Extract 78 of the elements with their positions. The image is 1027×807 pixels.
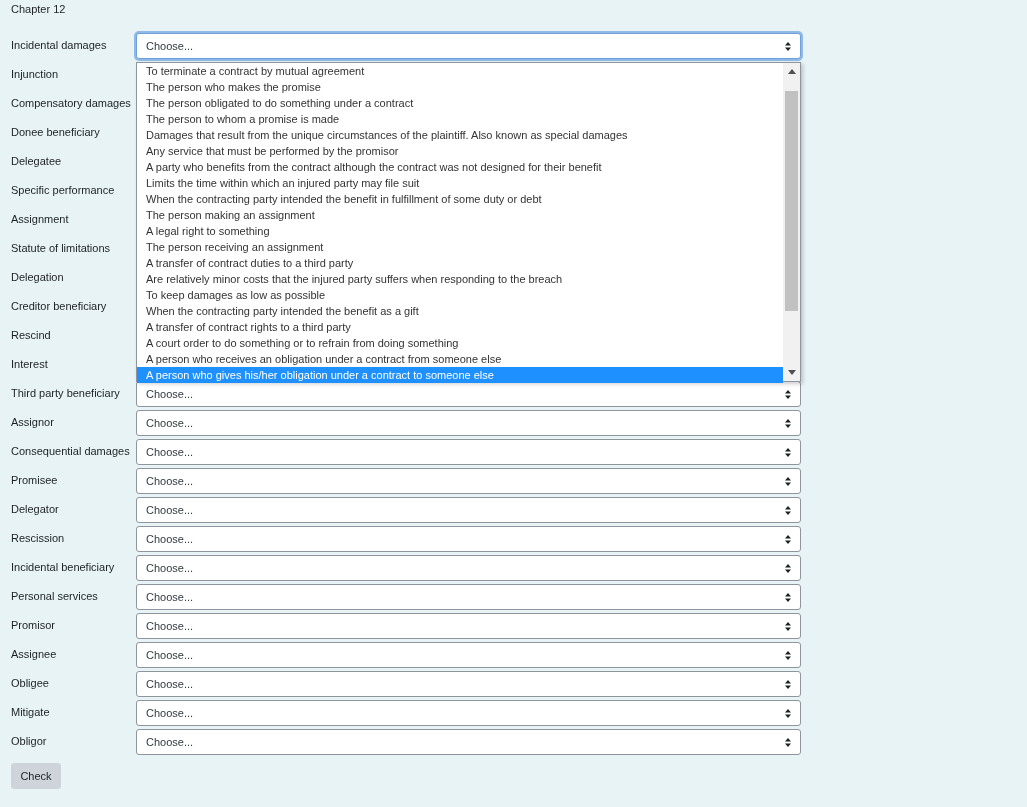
sort-caret-icon [785,621,791,631]
term-label: Third party beneficiary [11,386,120,401]
answer-select[interactable]: Choose... [136,584,801,610]
dropdown-option[interactable]: Are relatively minor costs that the injured party suffers when responding to the breach [137,271,783,287]
term-label: Injunction [11,67,59,82]
check-button[interactable]: Check [11,763,61,789]
term-label: Delegatee [11,154,62,169]
answer-select[interactable]: Choose... [136,33,801,59]
answer-select[interactable]: Choose... [136,439,801,465]
dropdown-option[interactable]: A transfer of contract rights to a third party [137,319,783,335]
sort-caret-icon [785,476,791,486]
sort-caret-icon [785,534,791,544]
sort-caret-icon [785,447,791,457]
dropdown-option[interactable]: The person obligated to do something under a contract [137,95,783,111]
term-label: Statute of limitations [11,241,111,256]
sort-caret-icon [785,592,791,602]
scroll-up-icon[interactable] [787,69,796,74]
dropdown-option[interactable]: The person to whom a promise is made [137,111,783,127]
dropdown-option[interactable]: Limits the time within which an injured party may file suit [137,175,783,191]
dropdown-option[interactable]: Any service that must be performed by the promisor [137,143,783,159]
term-label: Incidental damages [11,38,107,53]
answer-select[interactable]: Choose... [136,613,801,639]
term-label: Creditor beneficiary [11,299,107,314]
term-label: Donee beneficiary [11,125,100,140]
answer-select[interactable]: Choose... [136,729,801,755]
sort-caret-icon [785,563,791,573]
answer-select[interactable]: Choose... [136,555,801,581]
dropdown-option[interactable]: A legal right to something [137,223,783,239]
scrollbar[interactable] [783,63,800,381]
sort-caret-icon [785,679,791,689]
dropdown-option[interactable]: To terminate a contract by mutual agreement [137,63,783,79]
dropdown-option[interactable]: The person making an assignment [137,207,783,223]
scrollbar-thumb[interactable] [785,91,798,311]
term-label: Obligee [11,676,49,691]
dropdown-option[interactable]: A transfer of contract duties to a third party [137,255,783,271]
dropdown-option[interactable]: When the contracting party intended the benefit in fulfillment of some duty or debt [137,191,783,207]
term-label: Personal services [11,589,98,604]
term-label: Compensatory damages [11,96,131,111]
dropdown-option[interactable]: A court order to do something or to refrain from doing something [137,335,783,351]
dropdown-option[interactable]: Damages that result from the unique circumstances of the plaintiff. Also known as special damages [137,127,783,143]
term-label: Assignment [11,212,69,227]
sort-caret-icon [785,708,791,718]
sort-caret-icon [785,418,791,428]
term-label: Interest [11,357,48,372]
dropdown-option[interactable]: To keep damages as low as possible [137,287,783,303]
term-label: Mitigate [11,705,50,720]
scroll-down-icon[interactable] [787,370,796,375]
term-label: Specific performance [11,183,115,198]
term-label: Incidental beneficiary [11,560,115,575]
answer-select[interactable]: Choose... [136,381,801,407]
answer-select[interactable]: Choose... [136,526,801,552]
sort-caret-icon [785,389,791,399]
term-label: Promisor [11,618,55,633]
answer-select[interactable]: Choose... [136,700,801,726]
term-label: Consequential damages [11,444,130,459]
term-label: Assignor [11,415,54,430]
term-label: Rescission [11,531,65,546]
term-label: Delegator [11,502,59,517]
answer-select[interactable]: Choose... [136,671,801,697]
term-label: Delegation [11,270,64,285]
dropdown-option[interactable]: The person who makes the promise [137,79,783,95]
term-label: Obligor [11,734,47,749]
dropdown-option[interactable]: The person receiving an assignment [137,239,783,255]
dropdown-option[interactable]: A party who benefits from the contract although the contract was not designed for their benefit [137,159,783,175]
term-label: Rescind [11,328,51,343]
sort-caret-icon [785,737,791,747]
chapter-heading: Chapter 12 [11,2,67,16]
sort-caret-icon [785,41,791,51]
answer-select[interactable]: Choose... [136,468,801,494]
term-label: Assignee [11,647,57,662]
term-label: Promisee [11,473,58,488]
dropdown-option[interactable]: When the contracting party intended the benefit as a gift [137,303,783,319]
answer-select[interactable]: Choose... [136,497,801,523]
sort-caret-icon [785,505,791,515]
answer-select[interactable]: Choose... [136,642,801,668]
sort-caret-icon [785,650,791,660]
dropdown-option[interactable]: A person who receives an obligation under a contract from someone else [137,351,783,367]
answer-select[interactable]: Choose... [136,410,801,436]
